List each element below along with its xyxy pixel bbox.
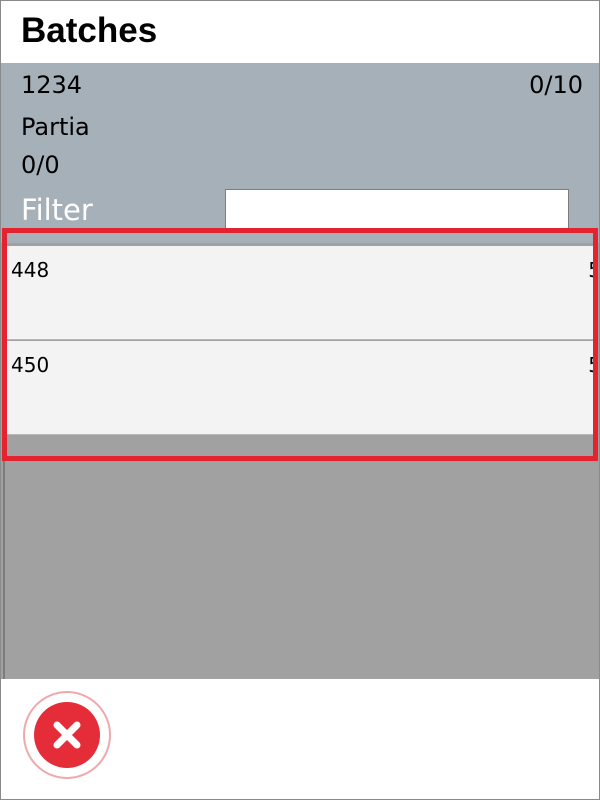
batches-dialog: Batches 1234 0/10 Partia 0/0 Filter 448 …: [0, 0, 600, 800]
batch-row[interactable]: 450 5: [7, 341, 597, 435]
batch-id: 450: [11, 353, 50, 377]
cancel-button[interactable]: [23, 691, 111, 779]
batch-ratio: 0/0: [21, 151, 60, 179]
batch-label: Partia: [21, 113, 90, 141]
batch-id: 448: [11, 258, 50, 282]
info-panel: 1234 0/10 Partia 0/0 Filter: [1, 63, 599, 243]
bottom-bar: [1, 679, 599, 799]
page-title: Batches: [21, 11, 158, 50]
filter-label: Filter: [21, 193, 93, 227]
batch-quantity: 5: [588, 258, 597, 282]
batch-row[interactable]: 448 5: [7, 246, 597, 340]
title-bar: Batches: [1, 1, 599, 63]
list-scroll-edge: [3, 243, 5, 679]
filter-input[interactable]: [225, 189, 569, 231]
close-x-icon: [53, 721, 81, 749]
item-count: 0/10: [529, 71, 583, 99]
item-code: 1234: [21, 71, 83, 99]
close-circle-icon: [34, 702, 100, 768]
batch-quantity: 5: [588, 353, 597, 377]
